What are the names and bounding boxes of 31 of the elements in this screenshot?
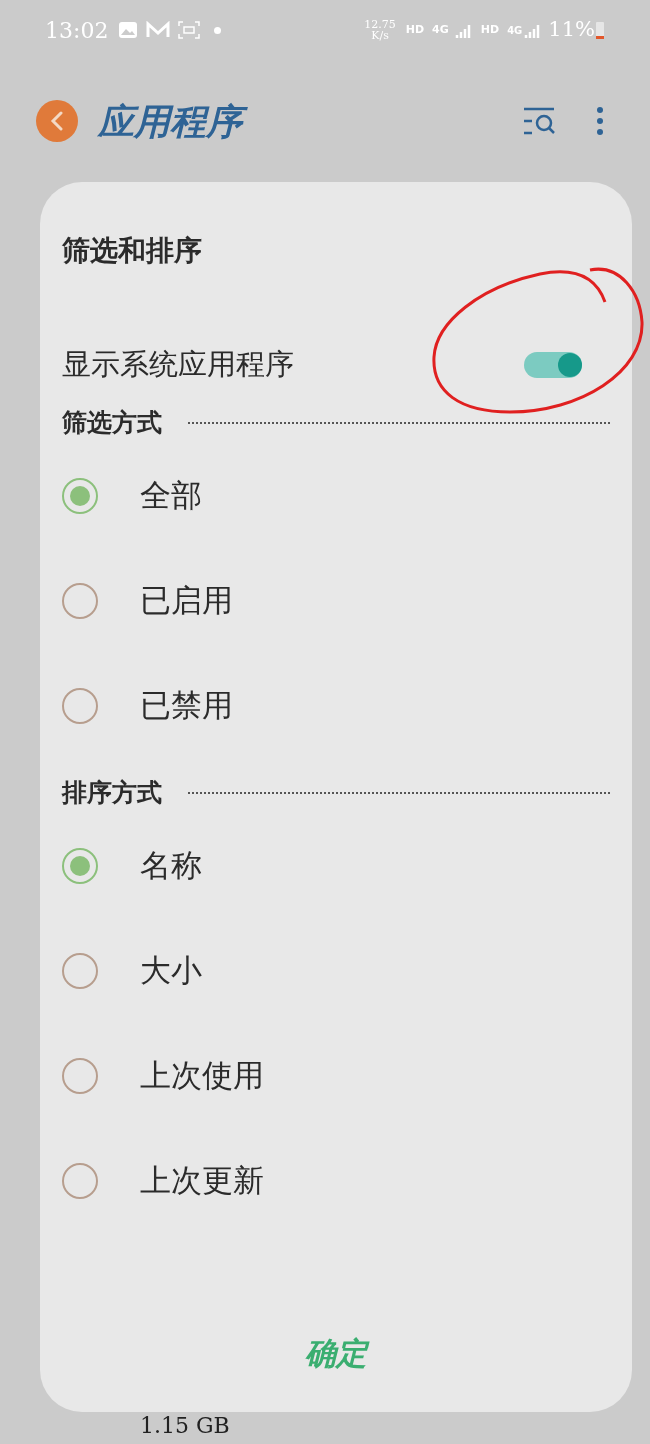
section-heading: 排序方式 xyxy=(62,777,162,810)
toggle-switch[interactable] xyxy=(524,352,582,378)
radio-button[interactable] xyxy=(62,847,98,884)
radio-button[interactable] xyxy=(62,1162,98,1199)
chevron-left-icon xyxy=(50,111,64,131)
confirm-button[interactable]: 确定 xyxy=(297,1329,375,1376)
more-icon xyxy=(596,106,604,136)
option-label: 全部 xyxy=(140,476,202,516)
option-label: 上次使用 xyxy=(140,1056,264,1096)
radio-button[interactable] xyxy=(62,582,98,619)
more-options-button[interactable] xyxy=(594,104,606,138)
toggle-label: 显示系统应用程序 xyxy=(62,346,294,384)
option-label: 大小 xyxy=(140,951,202,991)
option-label: 上次更新 xyxy=(140,1161,264,1201)
battery-icon xyxy=(595,20,605,40)
radio-button[interactable] xyxy=(62,1057,98,1094)
screen-record-icon xyxy=(178,21,201,39)
option-label: 名称 xyxy=(140,846,202,886)
back-button[interactable] xyxy=(36,100,78,142)
radio-button[interactable] xyxy=(62,952,98,989)
radio-button[interactable] xyxy=(62,687,98,724)
signal-icon xyxy=(454,22,473,38)
dialog-title: 筛选和排序 xyxy=(62,233,203,269)
mail-icon xyxy=(146,21,171,39)
option-label: 已启用 xyxy=(140,581,233,621)
page-title: 应用程序 xyxy=(98,97,250,145)
app-size: 1.15 GB xyxy=(140,1414,230,1438)
option-label: 已禁用 xyxy=(140,686,233,726)
section-heading: 筛选方式 xyxy=(62,407,162,440)
radio-button[interactable] xyxy=(62,477,98,514)
image-icon xyxy=(118,21,139,39)
